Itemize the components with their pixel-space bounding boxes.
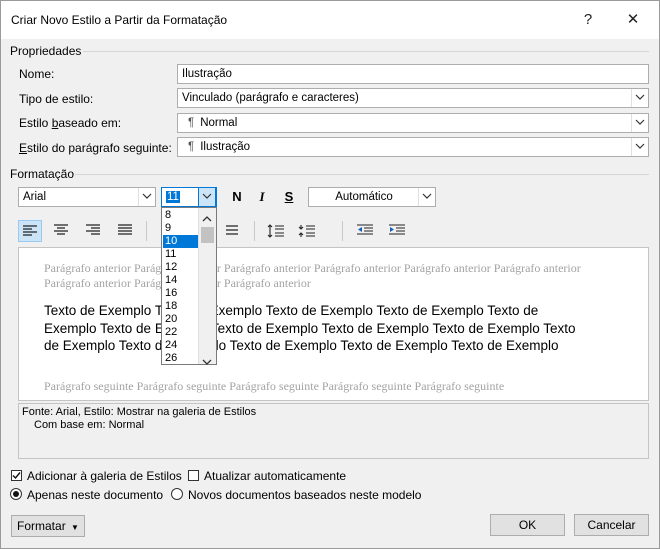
decrease-spacing-button[interactable] bbox=[295, 220, 319, 242]
create-style-dialog: Criar Novo Estilo a Partir da Formatação… bbox=[0, 0, 660, 549]
new-documents-radio[interactable] bbox=[171, 488, 183, 500]
only-this-document-radio[interactable] bbox=[10, 488, 22, 500]
auto-update-checkbox[interactable] bbox=[188, 470, 199, 481]
style-description: Fonte: Arial, Estilo: Mostrar na galeria… bbox=[18, 403, 649, 459]
only-this-document-label[interactable]: Apenas neste documento bbox=[27, 488, 163, 502]
preview-previous-paragraph: Parágrafo anterior Parágrafo anterior Pa… bbox=[44, 261, 581, 290]
decrease-indent-button[interactable] bbox=[353, 220, 377, 242]
style-type-select[interactable]: Vinculado (parágrafo e caracteres) bbox=[177, 88, 649, 108]
chevron-down-icon bbox=[418, 188, 435, 206]
font-size-option[interactable]: 14 bbox=[163, 274, 202, 287]
based-on-label: Estilo baseado em: bbox=[19, 116, 122, 130]
align-right-icon bbox=[86, 224, 100, 235]
bold-button[interactable]: N bbox=[225, 187, 249, 207]
chevron-down-icon bbox=[198, 187, 216, 207]
dialog-title: Criar Novo Estilo a Partir da Formatação bbox=[11, 13, 228, 27]
font-size-option[interactable]: 26 bbox=[163, 352, 202, 365]
next-style-select[interactable]: ¶ Ilustração bbox=[177, 137, 649, 157]
caret-down-icon: ▼ bbox=[71, 523, 79, 532]
scrollbar[interactable] bbox=[198, 208, 216, 365]
scroll-up-icon[interactable] bbox=[202, 211, 212, 225]
increase-spacing-button[interactable] bbox=[264, 220, 288, 242]
auto-update-label[interactable]: Atualizar automaticamente bbox=[204, 469, 346, 483]
style-type-value: Vinculado (parágrafo e caracteres) bbox=[182, 92, 359, 104]
properties-divider bbox=[83, 51, 649, 52]
font-size-option[interactable]: 24 bbox=[163, 339, 202, 352]
scroll-thumb[interactable] bbox=[201, 227, 214, 243]
align-right-button[interactable] bbox=[81, 220, 105, 242]
align-left-button[interactable] bbox=[18, 220, 42, 242]
style-preview: Parágrafo anterior Parágrafo anterior Pa… bbox=[18, 247, 649, 401]
font-select[interactable]: Arial bbox=[18, 187, 156, 207]
font-size-option[interactable]: 9 bbox=[163, 222, 202, 235]
new-documents-label[interactable]: Novos documentos baseados neste modelo bbox=[188, 488, 421, 502]
chevron-down-icon bbox=[631, 114, 648, 132]
font-color-select[interactable]: Automático bbox=[308, 187, 436, 207]
justify-button[interactable] bbox=[113, 220, 137, 242]
format-button-label: Formatar bbox=[17, 519, 66, 533]
properties-header: Propriedades bbox=[10, 44, 82, 58]
description-line-2: Com base em: Normal bbox=[34, 419, 145, 431]
font-size-select[interactable]: 11 bbox=[161, 187, 217, 207]
toolbar-separator bbox=[254, 221, 255, 241]
font-size-value: 11 bbox=[166, 191, 180, 203]
formatting-divider bbox=[75, 174, 649, 175]
radio-selected-dot bbox=[13, 491, 19, 497]
preview-next-paragraph: Parágrafo seguinte Parágrafo seguinte Pa… bbox=[44, 379, 505, 393]
chevron-down-icon bbox=[631, 138, 648, 156]
decrease-indent-icon bbox=[357, 224, 373, 235]
formatting-header: Formatação bbox=[10, 167, 75, 181]
format-menu-button[interactable]: Formatar ▼ bbox=[11, 515, 85, 537]
description-line-1: Fonte: Arial, Estilo: Mostrar na galeria… bbox=[22, 406, 257, 418]
font-size-option[interactable]: 20 bbox=[163, 313, 202, 326]
font-size-option[interactable]: 16 bbox=[163, 287, 202, 300]
preview-sample-text: Texto de Exemplo Texto de Exemplo Texto … bbox=[44, 303, 576, 353]
based-on-value: Normal bbox=[200, 117, 238, 129]
chevron-down-icon bbox=[138, 188, 155, 206]
next-style-label: Estilo do parágrafo seguinte: bbox=[19, 141, 172, 155]
ok-button[interactable]: OK bbox=[490, 514, 565, 536]
font-size-option[interactable]: 8 bbox=[163, 209, 202, 222]
increase-spacing-icon bbox=[267, 224, 284, 238]
decrease-spacing-icon bbox=[298, 225, 315, 237]
font-value: Arial bbox=[23, 191, 47, 203]
add-to-gallery-checkbox[interactable] bbox=[11, 470, 22, 481]
add-to-gallery-label[interactable]: Adicionar à galeria de Estilos bbox=[27, 469, 182, 483]
font-size-option[interactable]: 12 bbox=[163, 261, 202, 274]
font-size-option[interactable]: 11 bbox=[163, 248, 202, 261]
align-center-icon bbox=[54, 224, 68, 235]
cancel-button[interactable]: Cancelar bbox=[574, 514, 649, 536]
pilcrow-icon: ¶ bbox=[188, 117, 195, 129]
font-size-option[interactable]: 18 bbox=[163, 300, 202, 313]
increase-indent-button[interactable] bbox=[385, 220, 409, 242]
italic-button[interactable]: I bbox=[250, 187, 274, 207]
align-center-button[interactable] bbox=[49, 220, 73, 242]
toolbar-separator bbox=[342, 221, 343, 241]
check-icon bbox=[12, 472, 21, 480]
toolbar-separator bbox=[146, 221, 147, 241]
based-on-select[interactable]: ¶ Normal bbox=[177, 113, 649, 133]
name-input-value: Ilustração bbox=[182, 68, 232, 80]
line-spacing-double-button[interactable] bbox=[220, 220, 244, 242]
font-size-dropdown-list[interactable]: 8 9 10 11 12 14 16 18 20 22 24 26 bbox=[161, 207, 217, 365]
scroll-down-icon[interactable] bbox=[202, 354, 212, 368]
font-color-value: Automático bbox=[335, 191, 393, 203]
title-bar: Criar Novo Estilo a Partir da Formatação… bbox=[1, 1, 659, 39]
next-style-value: Ilustração bbox=[200, 141, 251, 153]
chevron-down-icon bbox=[631, 89, 648, 107]
style-type-label: Tipo de estilo: bbox=[19, 92, 94, 106]
increase-indent-icon bbox=[389, 224, 405, 235]
align-left-icon bbox=[23, 225, 37, 236]
help-button[interactable]: ? bbox=[576, 9, 600, 31]
pilcrow-icon: ¶ bbox=[188, 141, 195, 153]
close-button[interactable]: ✕ bbox=[621, 9, 645, 31]
font-size-option[interactable]: 10 bbox=[163, 235, 202, 248]
name-label: Nome: bbox=[19, 67, 55, 81]
justify-icon bbox=[118, 224, 132, 235]
underline-button[interactable]: S bbox=[277, 187, 301, 207]
line-spacing-icon bbox=[226, 225, 238, 235]
name-input[interactable]: Ilustração bbox=[177, 64, 649, 84]
font-size-option[interactable]: 22 bbox=[163, 326, 202, 339]
